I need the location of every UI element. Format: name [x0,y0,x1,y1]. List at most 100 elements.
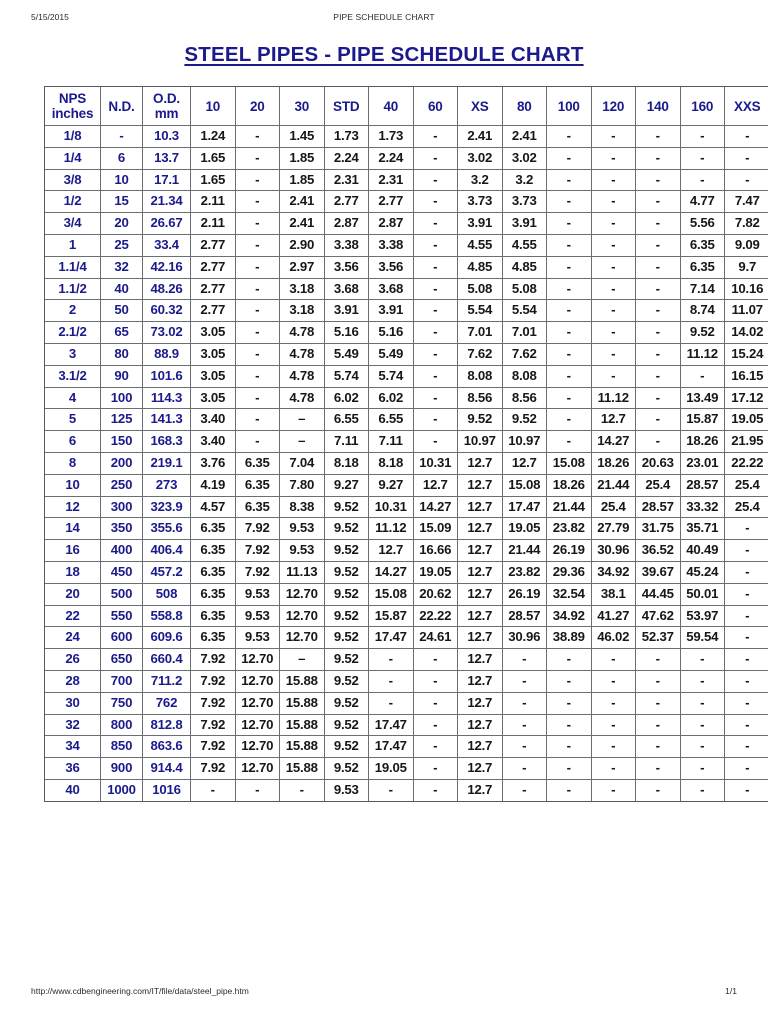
cell-schedule-60: - [413,431,458,453]
cell-schedule-120: - [591,147,636,170]
cell-schedule-xxs: - [725,715,768,737]
cell-schedule-160: 4.77 [680,191,725,214]
cell-schedule-120: - [591,234,636,257]
cell-schedule-xxs: 25.4 [725,497,768,519]
cell-nps: 1/4 [45,147,101,170]
cell-schedule-std: 9.27 [324,474,369,497]
cell-od: 141.3 [143,409,191,432]
column-header-line1: 10 [205,98,221,114]
cell-schedule-80: 3.73 [502,191,547,214]
table-row: 14 350 355.6 6.35 7.92 9.53 9.52 11.12 15.09 12.7… [45,518,768,541]
cell-schedule-140: - [636,191,681,214]
cell-schedule-30: 11.13 [280,561,325,584]
cell-nps: 6 [45,431,101,453]
column-header-60: 60 [413,87,458,126]
cell-od: 1016 [143,779,191,801]
cell-schedule-60: - [413,147,458,170]
cell-schedule-20: 7.92 [235,561,280,584]
cell-schedule-30: 7.04 [280,452,325,475]
cell-nd: 600 [101,627,143,650]
cell-schedule-160: 59.54 [680,627,725,650]
cell-schedule-20: - [235,256,280,279]
cell-schedule-140: - [636,431,681,453]
cell-schedule-100: 18.26 [547,474,592,497]
table-row: 32 800 812.8 7.92 12.70 15.88 9.52 17.47-12.7- -… [45,714,768,737]
cell-schedule-xxs: - [725,584,768,606]
cell-schedule-160: 15.87 [680,409,725,432]
cell-schedule-xs: 5.54 [458,300,503,323]
cell-schedule-160: 23.01 [680,452,725,475]
cell-nps: 24 [45,627,101,650]
cell-schedule-60: - [413,322,458,344]
cell-schedule-100: - [547,758,592,780]
cell-schedule-30: 2.41 [280,191,325,214]
cell-schedule-40: 15.08 [369,583,414,606]
cell-schedule-60: 20.62 [413,583,458,606]
cell-schedule-120: 38.1 [591,583,636,606]
cell-schedule-20: 6.35 [235,452,280,475]
cell-schedule-60: - [413,670,458,693]
column-header-line1: XXS [734,98,761,114]
cell-schedule-60: 12.7 [413,474,458,497]
cell-schedule-30: 3.18 [280,278,325,301]
cell-schedule-20: - [235,278,280,301]
table-row: 34 850 863.6 7.92 12.70 15.88 9.52 17.47-12.7- -… [45,736,768,759]
cell-nd: 400 [101,540,143,562]
cell-schedule-140: - [636,278,681,301]
cell-nd: 200 [101,452,143,475]
column-header-80: 80 [502,87,547,126]
cell-nps: 4 [45,387,101,410]
cell-schedule-xxs: 11.07 [725,300,768,323]
cell-schedule-80: 26.19 [502,583,547,606]
cell-schedule-60: 14.27 [413,496,458,519]
cell-schedule-100: - [547,213,592,235]
cell-schedule-100: - [547,431,592,453]
cell-schedule-40: 17.47 [369,627,414,650]
cell-schedule-140: - [636,126,681,148]
cell-schedule-10: 4.57 [191,496,236,519]
cell-schedule-120: - [591,322,636,344]
cell-schedule-30: 4.78 [280,322,325,344]
cell-nps: 3/8 [45,169,101,192]
cell-schedule-xs: 12.7 [458,605,503,628]
cell-nps: 36 [45,758,101,780]
cell-schedule-20: - [235,191,280,214]
cell-schedule-160: - [680,169,725,192]
cell-schedule-160: 5.56 [680,213,725,235]
cell-schedule-30: 4.78 [280,365,325,388]
cell-schedule-xxs: 17.12 [725,388,768,410]
table-row: 1.1/4 32 42.16 2.77-2.97 3.56 3.56-4.85 4.85- -… [45,256,768,279]
cell-od: 88.9 [143,343,191,366]
cell-schedule-40: 12.7 [369,540,414,562]
cell-schedule-60: - [413,343,458,366]
cell-schedule-30: 2.90 [280,234,325,257]
cell-schedule-40: 14.27 [369,561,414,584]
cell-schedule-40: 15.87 [369,605,414,628]
cell-schedule-160: 53.97 [680,605,725,628]
cell-od: 73.02 [143,322,191,344]
cell-schedule-140: - [636,736,681,759]
cell-schedule-xs: 12.7 [458,736,503,759]
cell-od: 114.3 [143,387,191,410]
cell-schedule-120: 25.4 [591,496,636,519]
cell-schedule-80: - [502,692,547,715]
cell-schedule-10: 6.35 [191,518,236,541]
cell-schedule-30: 15.88 [280,736,325,759]
cell-nps: 14 [45,518,101,541]
column-header-o-d-mm: O.D. mm [143,87,191,126]
cell-schedule-std: 3.56 [324,256,369,279]
cell-schedule-60: 19.05 [413,561,458,584]
cell-schedule-100: 38.89 [547,627,592,650]
cell-schedule-xs: 12.7 [458,540,503,562]
cell-schedule-40: 2.77 [369,191,414,214]
cell-nd: 50 [101,300,143,323]
cell-schedule-10: 3.76 [191,452,236,475]
cell-schedule-80: 23.82 [502,561,547,584]
cell-od: 101.6 [143,365,191,388]
cell-schedule-std: 1.73 [324,126,369,148]
cell-schedule-10: 2.77 [191,234,236,257]
column-header-line1: O.D. [153,91,180,106]
cell-schedule-140: - [636,714,681,737]
cell-schedule-140: - [636,758,681,780]
cell-schedule-100: - [547,409,592,432]
